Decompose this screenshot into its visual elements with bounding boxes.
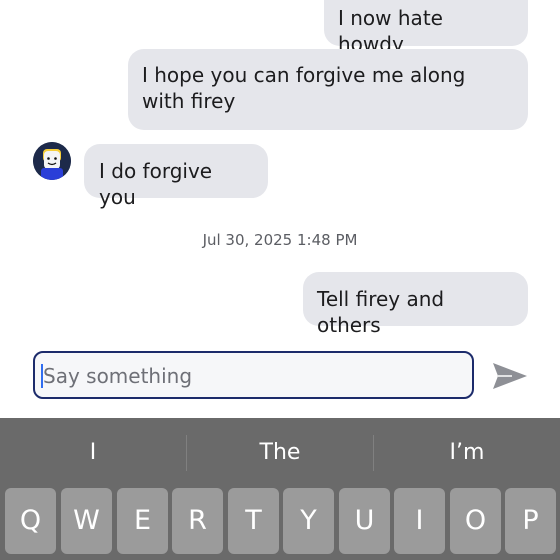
chat-area: I now hate howdy I hope you can forgive … [0,0,560,418]
key-w[interactable]: W [61,488,112,554]
message-input[interactable]: Say something [33,351,474,399]
key-q[interactable]: Q [5,488,56,554]
message-bubble-outgoing: I now hate howdy [324,0,528,56]
suggestion-1[interactable]: I [0,418,186,488]
text-caret [41,364,43,388]
message-bubble-outgoing: Tell firey and others [303,272,528,337]
key-o[interactable]: O [450,488,501,554]
message-bubble-incoming: I do forgive you [84,144,268,209]
suggestion-3[interactable]: I’m [374,418,560,488]
message-bubble-outgoing: I hope you can forgive me along with fir… [128,49,528,130]
key-e[interactable]: E [117,488,168,554]
key-r[interactable]: R [172,488,223,554]
key-p[interactable]: P [505,488,556,554]
key-u[interactable]: U [339,488,390,554]
key-t[interactable]: T [228,488,279,554]
timestamp: Jul 30, 2025 1:48 PM [202,231,358,249]
key-i[interactable]: I [394,488,445,554]
key-y[interactable]: Y [283,488,334,554]
avatar[interactable] [33,142,71,180]
send-icon[interactable] [492,361,528,391]
suggestion-2[interactable]: The [187,418,373,488]
